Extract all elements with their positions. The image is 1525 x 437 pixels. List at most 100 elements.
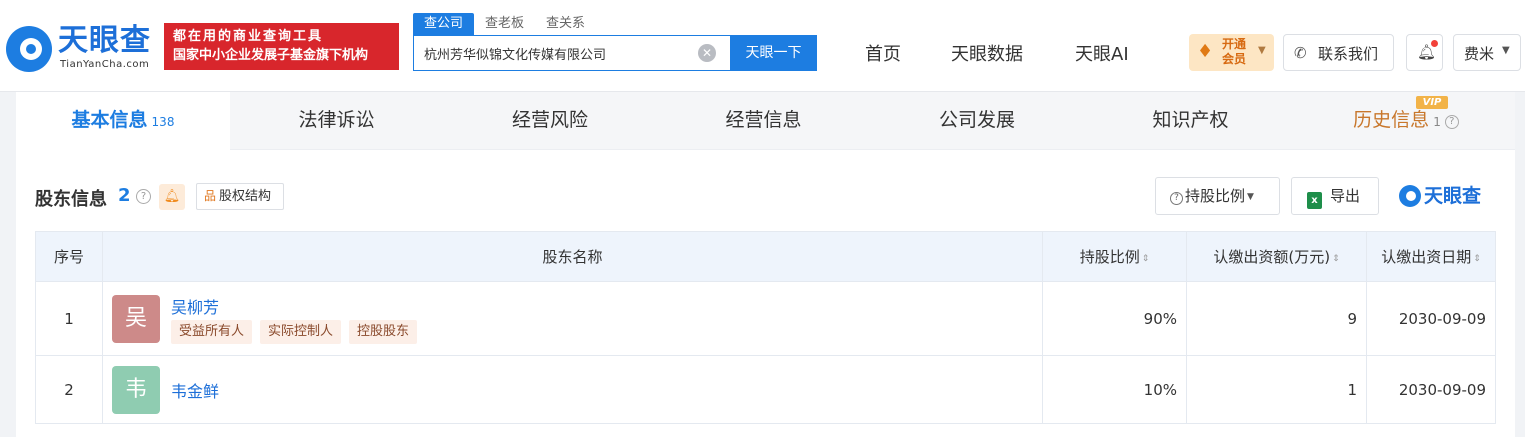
row-index: 2 xyxy=(35,355,103,424)
clear-icon[interactable]: ✕ xyxy=(698,44,716,62)
column-header-amount[interactable]: 认缴出资额(万元) ⇕ xyxy=(1186,231,1367,282)
tab-business-risk[interactable]: 经营风险 xyxy=(443,92,657,150)
shareholder-cell: 韦 韦金鲜 xyxy=(102,355,1043,424)
section-title: 股东信息 xyxy=(35,189,107,210)
tab-count: 1 xyxy=(1433,115,1441,129)
equity-structure-label: 股权结构 xyxy=(219,189,272,204)
help-icon[interactable]: ? xyxy=(136,189,151,204)
contact-us-label: 联系我们 xyxy=(1318,45,1379,63)
chevron-down-icon: ▼ xyxy=(1247,192,1254,202)
tab-history-info[interactable]: 历史信息 1? xyxy=(1297,92,1515,150)
open-vip-button[interactable]: ♦ 开通 会员 ▼ xyxy=(1189,34,1274,71)
help-icon[interactable]: ? xyxy=(1444,115,1459,129)
brand-text: 天眼查 xyxy=(1424,185,1482,207)
shareholder-cell: 吴 吴柳芳 受益所有人 实际控制人 控股股东 xyxy=(102,281,1043,356)
tab-company-development[interactable]: 公司发展 xyxy=(870,92,1084,150)
shareholding-ratio-filter[interactable]: ? 持股比例 ▼ xyxy=(1155,177,1280,215)
column-header-ratio[interactable]: 持股比例 ⇕ xyxy=(1042,231,1187,282)
slogan-line-2: 国家中小企业发展子基金旗下机构 xyxy=(173,48,369,63)
shareholding-ratio: 10% xyxy=(1042,355,1187,424)
monitor-bell-icon[interactable]: 🔔︎ xyxy=(159,184,185,210)
logo-mark-icon xyxy=(6,26,52,72)
logo-mark-icon xyxy=(1399,185,1421,207)
search-type-tabs: 查公司 查老板 查关系 xyxy=(413,13,596,35)
chevron-down-icon: ▼ xyxy=(1258,45,1266,56)
column-header-label: 认缴出资日期 xyxy=(1381,248,1472,266)
shareholding-ratio-label: 持股比例 xyxy=(1185,187,1246,205)
row-index: 1 xyxy=(35,281,103,356)
sort-icon: ⇕ xyxy=(1473,254,1481,264)
shareholder-info: 吴 吴柳芳 受益所有人 实际控制人 控股股东 xyxy=(103,282,1042,355)
shareholder-name-link[interactable]: 吴柳芳 xyxy=(171,294,219,318)
bell-icon: 🔔︎ xyxy=(1417,43,1437,61)
shareholder-table: 序号 股东名称 持股比例 ⇕ 认缴出资额(万元) ⇕ 认缴出资日期 ⇕ 1 吴 吴柳芳… xyxy=(35,231,1496,424)
unread-dot xyxy=(1431,40,1438,47)
logo-subtitle: TianYanCha.com xyxy=(60,59,150,70)
phone-icon: ✆ xyxy=(1294,44,1307,62)
user-menu-button[interactable]: 费米 ▼ xyxy=(1453,34,1521,71)
detail-tab-bar: 基本信息 138 法律诉讼 经营风险 经营信息 公司发展 知识产权 历史信息 1? … xyxy=(16,92,1515,150)
tab-label: 基本信息 xyxy=(71,109,148,131)
company-detail-card: 基本信息 138 法律诉讼 经营风险 经营信息 公司发展 知识产权 历史信息 1? … xyxy=(16,92,1515,437)
slogan-banner[interactable]: 都在用的商业查询工具 国家中小企业发展子基金旗下机构 xyxy=(164,23,399,70)
tag-actual-controller[interactable]: 实际控制人 xyxy=(260,320,342,344)
tianyancha-watermark-logo: 天眼查 xyxy=(1399,184,1504,210)
notification-button[interactable]: 🔔︎ xyxy=(1406,34,1443,71)
help-icon: ? xyxy=(1170,192,1183,205)
search-tab-company[interactable]: 查公司 xyxy=(413,13,475,35)
sort-icon: ⇕ xyxy=(1141,254,1150,264)
subscribed-amount: 9 xyxy=(1186,281,1367,356)
tag-controlling-shareholder[interactable]: 控股股东 xyxy=(349,320,418,344)
table-row: 2 韦 韦金鲜 10% 1 2030-09-09 xyxy=(35,355,1496,424)
tab-basic-info[interactable]: 基本信息 138 xyxy=(16,92,230,150)
logo-text: 天眼查 xyxy=(58,23,151,58)
table-header-row: 序号 股东名称 持股比例 ⇕ 认缴出资额(万元) ⇕ 认缴出资日期 ⇕ xyxy=(35,231,1496,282)
tab-label: 经营信息 xyxy=(725,109,802,131)
contact-us-button[interactable]: ✆ 联系我们 xyxy=(1283,34,1394,71)
tag-beneficial-owner[interactable]: 受益所有人 xyxy=(171,320,253,344)
avatar[interactable]: 吴 xyxy=(112,295,160,343)
top-header: 天眼查 TianYanCha.com 都在用的商业查询工具 国家中小企业发展子基… xyxy=(0,0,1525,92)
tab-legal-litigation[interactable]: 法律诉讼 xyxy=(230,92,443,150)
chevron-down-icon: ▼ xyxy=(1502,45,1510,56)
search-tab-relation[interactable]: 查关系 xyxy=(535,13,596,35)
vip-badge: VIP xyxy=(1416,96,1448,109)
tab-label: 法律诉讼 xyxy=(298,109,375,131)
user-name: 费米 xyxy=(1464,45,1495,63)
tab-business-info[interactable]: 经营信息 xyxy=(657,92,870,150)
vip-label-line-1: 开通 xyxy=(1221,37,1246,51)
vip-label: 开通 会员 xyxy=(1219,37,1249,67)
column-header-index: 序号 xyxy=(35,231,103,282)
search-box: ✕ 天眼一下 xyxy=(413,35,817,71)
equity-structure-button[interactable]: 品股权结构 xyxy=(196,183,284,210)
search-input[interactable] xyxy=(414,36,694,70)
tab-count: 138 xyxy=(151,115,175,129)
nav-tianyan-ai[interactable]: 天眼AI xyxy=(1075,40,1129,66)
nav-home[interactable]: 首页 xyxy=(865,40,901,66)
org-chart-icon: 品 xyxy=(204,189,217,203)
export-label: 导出 xyxy=(1330,187,1361,205)
excel-icon: x xyxy=(1307,192,1322,209)
table-row: 1 吴 吴柳芳 受益所有人 实际控制人 控股股东 90% 9 2030-09-0… xyxy=(35,281,1496,356)
vip-label-line-2: 会员 xyxy=(1221,52,1246,66)
section-count: 2 xyxy=(118,185,131,206)
shareholder-info: 韦 韦金鲜 xyxy=(103,356,1042,423)
export-button[interactable]: x 导出 xyxy=(1291,177,1379,215)
subscribed-date: 2030-09-09 xyxy=(1366,355,1496,424)
tab-intellectual-property[interactable]: 知识产权 xyxy=(1084,92,1297,150)
tab-label: 经营风险 xyxy=(511,109,588,131)
tab-label: 历史信息 xyxy=(1353,109,1430,131)
search-tab-boss[interactable]: 查老板 xyxy=(474,13,535,35)
subscribed-date: 2030-09-09 xyxy=(1366,281,1496,356)
search-button[interactable]: 天眼一下 xyxy=(730,35,817,71)
column-header-date[interactable]: 认缴出资日期 ⇕ xyxy=(1366,231,1496,282)
shareholder-tags: 受益所有人 实际控制人 控股股东 xyxy=(171,320,418,344)
tianyancha-logo[interactable]: 天眼查 TianYanCha.com xyxy=(6,24,156,74)
nav-tianyan-data[interactable]: 天眼数据 xyxy=(951,40,1023,66)
subscribed-amount: 1 xyxy=(1186,355,1367,424)
shareholder-name-link[interactable]: 韦金鲜 xyxy=(171,378,219,402)
diamond-icon: ♦ xyxy=(1197,41,1214,62)
column-header-name: 股东名称 xyxy=(102,231,1043,282)
column-header-label: 认缴出资额(万元) xyxy=(1213,248,1331,266)
avatar[interactable]: 韦 xyxy=(112,366,160,414)
